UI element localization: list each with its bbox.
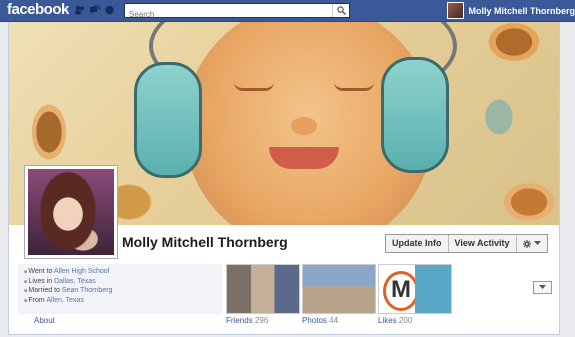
user-avatar (447, 2, 465, 19)
friend-requests-icon[interactable] (74, 5, 85, 15)
notifications-icon[interactable] (104, 5, 115, 15)
about-tab-label[interactable]: About (34, 316, 55, 325)
user-name: Molly Mitchell Thornberg (468, 5, 575, 16)
search-input[interactable] (125, 8, 333, 21)
settings-dropdown-button[interactable] (517, 235, 547, 252)
profile-name[interactable]: Molly Mitchell Thornberg (122, 234, 288, 250)
right-headphone (381, 57, 449, 173)
about-link[interactable]: Allen, Texas (46, 297, 84, 304)
friends-tab[interactable]: Friends 296 (226, 316, 268, 325)
left-headphone (134, 62, 202, 178)
likes-tab[interactable]: Likes 200 (378, 316, 412, 325)
user-profile-link[interactable]: Molly Mitchell Thornberg (447, 2, 575, 19)
about-link[interactable]: Dallas, Texas (54, 278, 96, 285)
gear-icon (522, 239, 531, 248)
about-link[interactable]: Sean Thornberg (62, 287, 112, 294)
likes-thumbnail[interactable]: M (378, 264, 452, 314)
about-link[interactable]: Allen High School (54, 268, 109, 275)
timeline-page: Molly Mitchell Thornberg Update Info Vie… (8, 22, 560, 335)
profile-photo (28, 169, 114, 255)
profile-picture[interactable] (24, 165, 118, 259)
about-line: Went to Allen High School (24, 267, 222, 277)
top-bar: facebook Molly Mitchell Thornberg (0, 0, 575, 22)
search-box[interactable] (124, 3, 350, 21)
right-eye (334, 82, 374, 91)
messages-icon[interactable] (89, 5, 100, 15)
about-line: From Allen, Texas (24, 296, 222, 306)
mouth (269, 147, 339, 169)
left-eye (234, 82, 274, 91)
about-line: Married to Sean Thornberg (24, 286, 222, 296)
chevron-down-icon (539, 285, 546, 289)
likes-page-image (415, 265, 451, 313)
about-line: Lives in Dallas, Texas (24, 277, 222, 287)
more-sections-button[interactable] (533, 281, 552, 294)
profile-actions: Update Info View Activity (385, 234, 548, 253)
facebook-logo[interactable]: facebook (7, 1, 69, 18)
search-button[interactable] (332, 4, 349, 17)
likes-logo: M (383, 271, 419, 311)
nose (291, 117, 317, 135)
photos-tab[interactable]: Photos 44 (302, 316, 338, 325)
search-icon (336, 6, 346, 15)
chevron-down-icon (533, 241, 541, 245)
update-info-button[interactable]: Update Info (386, 235, 449, 252)
about-box[interactable]: Went to Allen High School Lives in Dalla… (18, 264, 222, 314)
friends-thumbnail[interactable] (226, 264, 300, 314)
photos-thumbnail[interactable] (302, 264, 376, 314)
view-activity-button[interactable]: View Activity (449, 235, 517, 252)
